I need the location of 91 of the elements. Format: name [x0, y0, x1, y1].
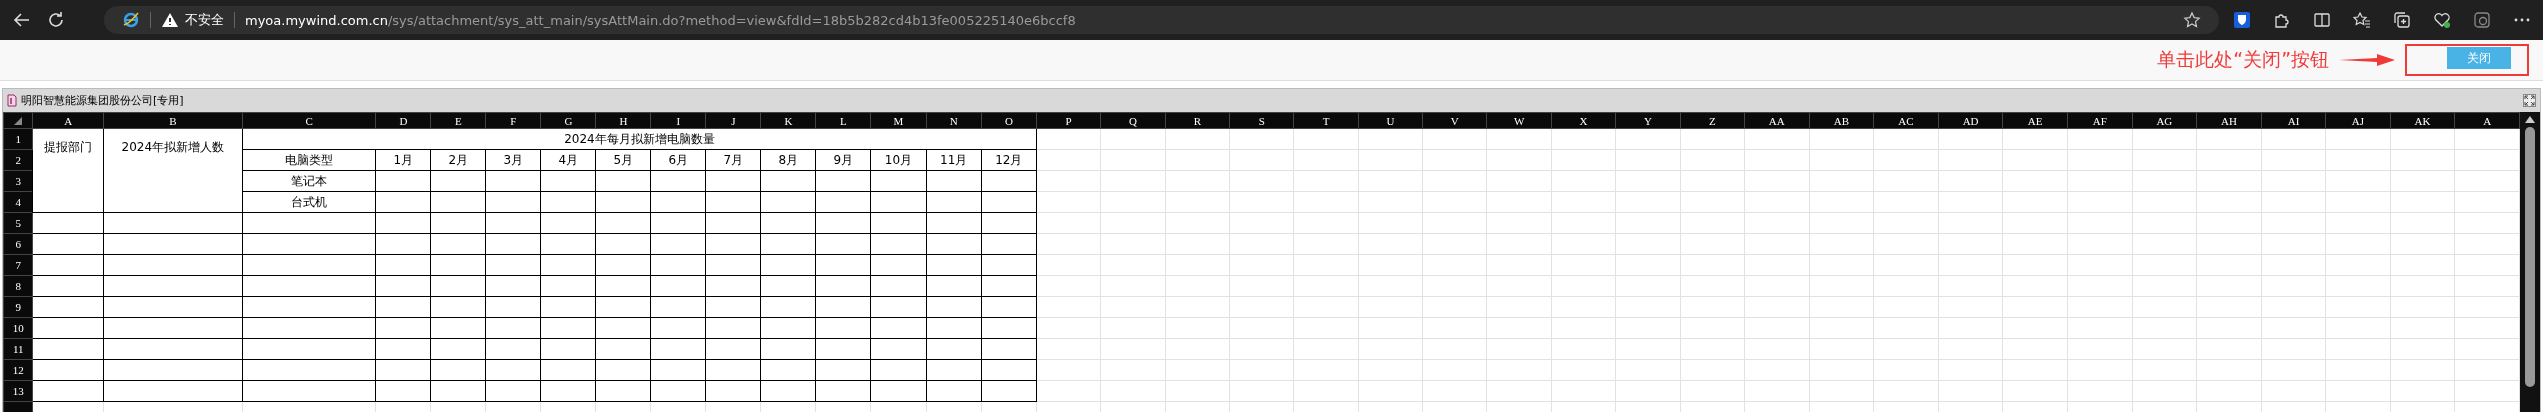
table-cell: 2月	[448, 151, 469, 169]
health-icon[interactable]	[2433, 11, 2451, 29]
url-host: myoa.mywind.com.cn	[245, 12, 388, 28]
row-number: 12	[12, 364, 24, 376]
column-header[interactable]: AE	[2027, 114, 2043, 127]
column-header[interactable]: U	[1386, 114, 1395, 127]
column-header[interactable]: A	[64, 114, 73, 127]
split-screen-icon[interactable]	[2313, 11, 2331, 29]
column-header[interactable]: A	[2483, 114, 2492, 127]
column-header[interactable]: F	[510, 114, 517, 127]
column-header[interactable]: C	[305, 114, 313, 127]
column-header[interactable]: K	[784, 114, 793, 127]
column-header[interactable]: Q	[1129, 114, 1137, 127]
column-header[interactable]: D	[399, 114, 408, 127]
row-number: 4	[15, 196, 21, 208]
column-header[interactable]: E	[455, 114, 462, 127]
star-icon[interactable]	[2183, 11, 2201, 29]
scrollbar[interactable]	[2520, 112, 2540, 412]
column-header[interactable]: AK	[2414, 114, 2431, 127]
column-header[interactable]: Y	[1644, 114, 1652, 127]
security-label: 不安全	[185, 11, 224, 29]
warning-icon	[161, 11, 179, 29]
column-header[interactable]: I	[676, 114, 681, 127]
column-header[interactable]: S	[1258, 114, 1265, 127]
column-header[interactable]: W	[1514, 114, 1525, 127]
table-cell: 2024年拟新增人数	[121, 139, 225, 156]
column-header[interactable]: M	[893, 114, 904, 127]
refresh-icon[interactable]	[46, 10, 66, 30]
column-header[interactable]: AI	[2287, 114, 2300, 127]
table-cell: 电脑类型	[285, 151, 334, 169]
column-header[interactable]: J	[731, 114, 736, 127]
row-number: 3	[15, 175, 21, 187]
row-number: 2	[15, 154, 21, 166]
column-header[interactable]: H	[619, 114, 628, 127]
table-cell: 1月	[393, 151, 414, 169]
browser-logo-icon	[122, 11, 140, 29]
column-header[interactable]: AG	[2156, 114, 2173, 127]
document-icon	[7, 94, 17, 107]
table-cell: 11月	[940, 151, 968, 169]
column-header[interactable]: R	[1193, 114, 1201, 127]
table-cell: 6月	[668, 151, 689, 169]
column-header[interactable]: O	[1004, 114, 1013, 127]
table-cell: 3月	[503, 151, 524, 169]
column-header[interactable]: X	[1579, 114, 1588, 127]
table-cell: 4月	[558, 151, 579, 169]
table-cell: 5月	[613, 151, 634, 169]
column-header[interactable]: AJ	[2351, 114, 2365, 127]
sheet-title: 明阳智慧能源集团股份公司[专用]	[21, 93, 184, 108]
row-number: 5	[15, 217, 21, 229]
select-all-icon[interactable]	[14, 116, 23, 125]
table-cell: 提报部门	[44, 139, 93, 156]
row-number: 7	[15, 259, 21, 271]
table-cell: 笔记本	[291, 172, 328, 190]
scroll-up-icon[interactable]	[2525, 116, 2535, 123]
column-header[interactable]: V	[1450, 114, 1459, 127]
address-bar[interactable]: 不安全 myoa.mywind.com.cn/sys/attachment/sys_att_main/sysAttMain.do?method=view&fdId=18b5b282cd4b13fe005225140e6bccf8	[104, 6, 2219, 34]
row-number: 11	[12, 343, 24, 355]
row-number: 13	[12, 385, 24, 397]
column-header[interactable]: N	[949, 114, 958, 127]
column-header[interactable]: AB	[1833, 114, 1850, 127]
table-cell: 10月	[884, 151, 913, 169]
table-cell: 台式机	[291, 193, 328, 211]
table-cell: 8月	[778, 151, 799, 169]
column-header[interactable]: AC	[1898, 114, 1914, 127]
column-header[interactable]: L	[840, 114, 847, 127]
column-header[interactable]: B	[169, 114, 177, 127]
row-number: 8	[15, 280, 21, 292]
column-header[interactable]: AH	[2221, 114, 2237, 127]
collections-icon[interactable]	[2393, 11, 2411, 29]
fullscreen-icon[interactable]	[2523, 94, 2536, 107]
column-header[interactable]: AF	[2092, 114, 2107, 127]
annotation-text: 单击此处“关闭”按钮	[2157, 47, 2329, 72]
row-number: 10	[12, 322, 24, 334]
row-number: 9	[15, 301, 21, 313]
table-title: 2024年每月拟新增电脑数量	[564, 130, 715, 148]
row-number: 6	[15, 238, 21, 250]
column-header[interactable]: G	[564, 114, 573, 127]
column-header[interactable]: T	[1322, 114, 1330, 127]
favorites-icon[interactable]	[2353, 11, 2371, 29]
shield-icon[interactable]	[2233, 11, 2251, 29]
column-header[interactable]: Z	[1708, 114, 1716, 127]
puzzle-icon[interactable]	[2273, 11, 2291, 29]
table-cell: 9月	[833, 151, 854, 169]
table-cell: 12月	[995, 151, 1023, 169]
row-number: 1	[15, 133, 21, 145]
column-header[interactable]: AD	[1962, 114, 1979, 127]
url-path: /sys/attachment/sys_att_main/sysAttMain.do?method=view&fdId=18b5b282cd4b13fe005225140e6bccf8	[387, 12, 1076, 28]
browser-icon[interactable]	[2473, 11, 2491, 29]
column-header[interactable]: AA	[1768, 114, 1785, 127]
table-cell: 7月	[723, 151, 744, 169]
column-header[interactable]: P	[1065, 114, 1072, 127]
